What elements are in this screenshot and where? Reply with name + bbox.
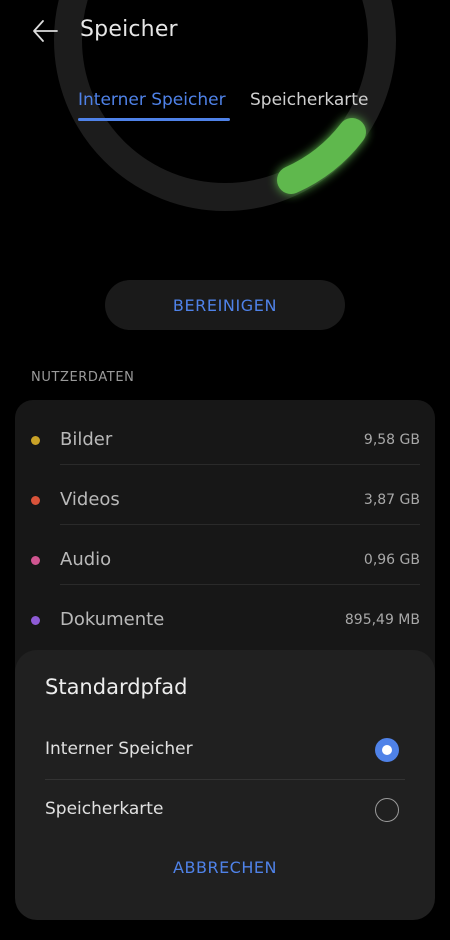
category-size: 3,87 GB (363, 492, 420, 508)
option-internal-storage[interactable]: Interner Speicher (15, 720, 435, 780)
category-size: 0,96 GB (363, 552, 420, 568)
category-dot (31, 496, 40, 505)
page-title: Speicher (80, 17, 178, 42)
category-dot (31, 556, 40, 565)
radio-unselected-icon[interactable] (375, 798, 399, 822)
category-label: Dokumente (60, 609, 165, 630)
back-button[interactable] (28, 14, 62, 48)
category-label: Bilder (60, 429, 113, 450)
radio-selected-icon[interactable] (375, 738, 399, 762)
category-label: Videos (60, 489, 120, 510)
app-header: Speicher (0, 0, 450, 64)
category-size: 9,58 GB (363, 432, 420, 448)
option-label: Interner Speicher (45, 739, 193, 759)
tab-internal-storage[interactable]: Interner Speicher (78, 90, 226, 110)
storage-screen: Speicher Interner Speicher Speicherkarte… (0, 0, 450, 940)
option-label: Speicherkarte (45, 799, 164, 819)
default-path-dialog: Standardpfad Interner Speicher Speicherk… (15, 650, 435, 920)
storage-tabs: Interner Speicher Speicherkarte (0, 86, 450, 126)
storage-ring-used (277, 118, 366, 194)
tab-sd-card[interactable]: Speicherkarte (250, 90, 368, 110)
active-tab-indicator (78, 118, 230, 121)
list-item-documents[interactable]: Dokumente 895,49 MB (15, 585, 435, 645)
section-label-user-data: NUTZERDATEN (31, 370, 135, 385)
list-item-pictures[interactable]: Bilder 9,58 GB (15, 405, 435, 465)
cancel-button[interactable]: ABBRECHEN (15, 858, 435, 877)
list-item-videos[interactable]: Videos 3,87 GB (15, 465, 435, 525)
dialog-title: Standardpfad (45, 675, 188, 699)
list-item-audio[interactable]: Audio 0,96 GB (15, 525, 435, 585)
category-dot (31, 616, 40, 625)
category-dot (31, 436, 40, 445)
option-sd-card[interactable]: Speicherkarte (15, 780, 435, 840)
category-label: Audio (60, 549, 112, 570)
category-size: 895,49 MB (344, 612, 420, 628)
arrow-left-icon (33, 20, 58, 42)
clean-button[interactable]: BEREINIGEN (105, 280, 345, 330)
